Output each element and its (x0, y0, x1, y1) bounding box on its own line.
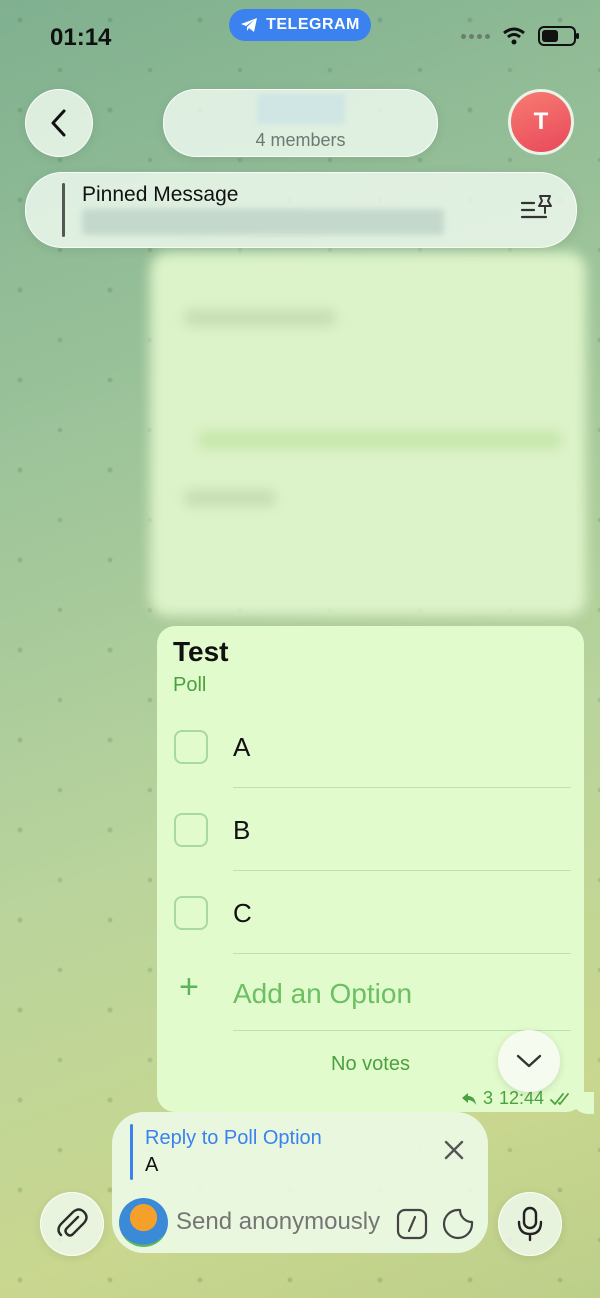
reply-indicator (130, 1124, 133, 1180)
chat-title-redacted (256, 94, 345, 124)
wifi-icon (503, 27, 525, 45)
add-option-button[interactable]: + Add an Option (157, 952, 584, 1032)
bot-commands-icon[interactable] (396, 1208, 428, 1240)
pinned-indicator (62, 183, 65, 237)
chat-members-count: 4 members (255, 130, 346, 150)
poll-type-label: Poll (173, 674, 207, 696)
back-button[interactable] (25, 89, 93, 157)
reply-title: Reply to Poll Option (145, 1127, 322, 1149)
plus-icon: + (179, 968, 199, 1006)
poll-option-checkbox[interactable] (174, 896, 208, 930)
chevron-left-icon (51, 109, 66, 137)
redacted-message-bubble (150, 252, 586, 616)
attach-button[interactable] (40, 1192, 104, 1256)
divider (233, 870, 571, 871)
message-composer[interactable]: Reply to Poll Option A (112, 1112, 488, 1253)
chat-title-pill[interactable]: 4 members (163, 89, 438, 157)
pin-list-icon[interactable] (520, 193, 554, 225)
status-bar: 01:14 TELEGRAM (0, 0, 600, 70)
telegram-plane-icon (241, 18, 258, 32)
poll-option[interactable]: A (157, 710, 584, 792)
message-meta: 3 12:44 (461, 1088, 574, 1109)
chat-avatar[interactable]: T (508, 89, 574, 155)
battery-icon (538, 26, 579, 46)
add-option-label: Add an Option (233, 978, 413, 1009)
poll-title: Test (173, 636, 229, 667)
double-check-icon (550, 1092, 569, 1105)
microphone-icon (517, 1206, 543, 1242)
poll-option-checkbox[interactable] (174, 813, 208, 847)
poll-option[interactable]: B (157, 793, 584, 875)
voice-record-button[interactable] (498, 1192, 562, 1256)
avatar-letter: T (533, 108, 549, 135)
poll-option-label: A (233, 732, 251, 762)
bubble-tail (572, 1092, 594, 1114)
poll-option-label: B (233, 815, 251, 845)
message-input[interactable] (176, 1208, 406, 1236)
divider (233, 787, 571, 788)
chevron-down-icon (516, 1054, 542, 1068)
pinned-message-bar[interactable]: Pinned Message (25, 172, 577, 248)
poll-option-checkbox[interactable] (174, 730, 208, 764)
sticker-icon[interactable] (442, 1208, 474, 1240)
telegram-app-pill[interactable]: TELEGRAM (229, 9, 371, 41)
poll-option-label: C (233, 898, 252, 928)
pinned-text-redacted (82, 209, 444, 235)
paperclip-icon (57, 1208, 88, 1237)
scroll-to-bottom-button[interactable] (498, 1030, 560, 1092)
reply-arrow-icon (461, 1092, 476, 1105)
app-pill-label: TELEGRAM (266, 16, 360, 33)
poll-option[interactable]: C (157, 876, 584, 958)
signal-icon (461, 33, 490, 39)
close-icon[interactable] (442, 1138, 466, 1162)
pinned-title: Pinned Message (82, 183, 239, 206)
system-icons (461, 26, 579, 46)
reply-quoted-text: A (145, 1154, 159, 1176)
reply-count: 3 (482, 1088, 493, 1108)
status-time: 01:14 (50, 24, 112, 51)
send-as-avatar[interactable] (119, 1198, 168, 1247)
